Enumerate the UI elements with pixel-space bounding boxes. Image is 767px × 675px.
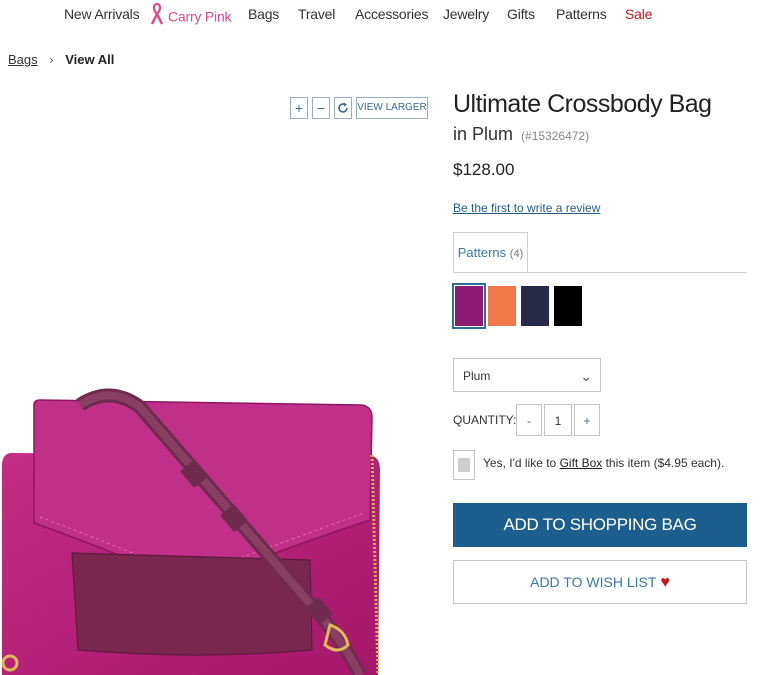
swatch-coral[interactable] [488, 286, 516, 326]
product-image[interactable] [0, 345, 440, 675]
nav-carry-pink[interactable]: Carry Pink [150, 2, 232, 30]
quantity-input[interactable]: 1 [544, 404, 572, 436]
gift-box-checkbox[interactable] [453, 450, 475, 480]
product-title: Ultimate Crossbody Bag [453, 90, 712, 118]
tab-patterns-count: (4) [509, 248, 524, 260]
nav-travel[interactable]: Travel [298, 6, 335, 22]
rotate-button[interactable] [334, 97, 352, 119]
breadcrumb-bags-link[interactable]: Bags [8, 52, 38, 67]
gift-suffix: this item ($4.95 each). [602, 456, 725, 470]
nav-accessories[interactable]: Accessories [355, 6, 428, 22]
product-sku: (#15326472) [521, 129, 590, 143]
nav-carry-pink-label: Carry Pink [168, 8, 232, 25]
add-to-wish-list-button[interactable]: ADD TO WISH LIST ♥ [453, 560, 747, 604]
tab-patterns-label: Patterns [457, 245, 507, 260]
product-color-line: in Plum (#15326472) [453, 124, 589, 145]
pink-ribbon-icon [150, 2, 164, 25]
swatch-black[interactable] [554, 286, 582, 326]
heart-icon: ♥ [660, 574, 670, 591]
swatch-plum[interactable] [452, 283, 486, 329]
nav-sale[interactable]: Sale [625, 6, 652, 22]
gift-box-link[interactable]: Gift Box [560, 456, 603, 470]
zoom-in-button[interactable]: + [290, 97, 308, 119]
product-price: $128.00 [453, 160, 515, 179]
color-select[interactable]: Plum ⌄ [453, 358, 601, 392]
quantity-minus-button[interactable]: - [516, 404, 542, 436]
chevron-right-icon: › [49, 52, 54, 67]
nav-jewelry[interactable]: Jewelry [443, 6, 489, 22]
nav-patterns[interactable]: Patterns [556, 6, 607, 22]
tab-patterns[interactable]: Patterns (4) [453, 232, 528, 272]
view-larger-button[interactable]: VIEW LARGER [356, 97, 428, 119]
quantity-plus-button[interactable]: + [574, 404, 600, 436]
swatch-navy[interactable] [521, 286, 549, 326]
wish-list-label: ADD TO WISH LIST [530, 574, 657, 590]
gift-prefix: Yes, I'd like to [483, 456, 560, 470]
chevron-down-icon: ⌄ [580, 368, 592, 384]
rotate-icon [338, 102, 348, 113]
nav-bags[interactable]: Bags [248, 6, 279, 22]
write-review-link[interactable]: Be the first to write a review [453, 201, 600, 215]
nav-new-arrivals[interactable]: New Arrivals [64, 6, 140, 22]
add-to-bag-button[interactable]: ADD TO SHOPPING BAG [453, 503, 747, 547]
gift-box-text: Yes, I'd like to Gift Box this item ($4.… [483, 456, 724, 470]
top-navigation: New Arrivals Carry Pink Bags Travel Acce… [0, 0, 767, 32]
checkbox-fill [458, 458, 470, 472]
zoom-out-button[interactable]: − [312, 97, 330, 119]
nav-gifts[interactable]: Gifts [507, 6, 535, 22]
quantity-label: QUANTITY: [453, 413, 517, 427]
color-select-value: Plum [463, 369, 491, 383]
color-line-text: in Plum [453, 124, 514, 144]
breadcrumb-current: View All [65, 52, 115, 67]
breadcrumb: Bags › View All [0, 52, 114, 67]
